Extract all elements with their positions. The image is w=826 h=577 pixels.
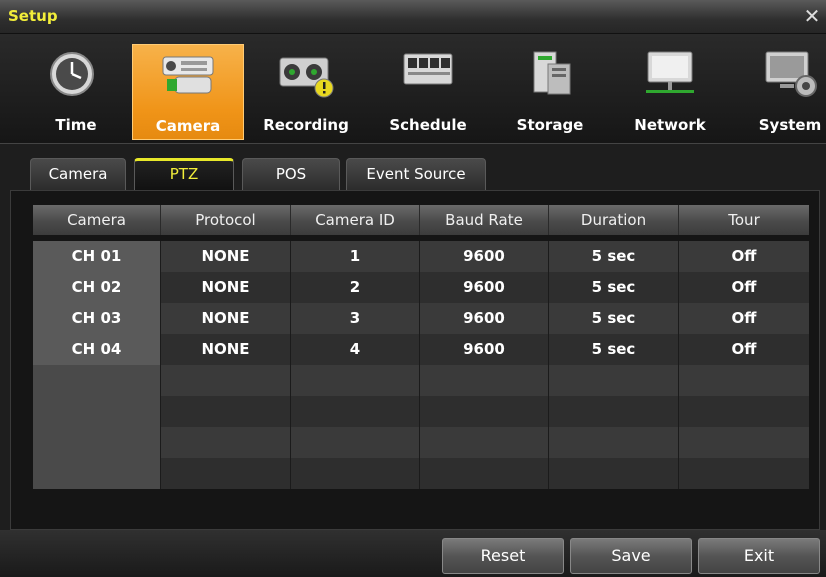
close-icon[interactable]: ✕: [802, 6, 822, 26]
toolbar-item-recording[interactable]: Recording: [250, 44, 362, 140]
cell-camera: CH 03: [33, 303, 161, 334]
empty-cell: [33, 458, 161, 489]
empty-table-row: [33, 427, 809, 458]
cell-camera: CH 02: [33, 272, 161, 303]
cell-baud-rate[interactable]: 9600: [420, 303, 549, 334]
cell-tour[interactable]: Off: [679, 334, 809, 365]
storage-icon: [533, 51, 571, 95]
button-bar: Reset Save Exit: [0, 530, 826, 577]
empty-cell: [679, 396, 809, 427]
empty-cell: [420, 458, 549, 489]
title-bar: Setup ✕: [0, 0, 826, 34]
cell-camera: CH 04: [33, 334, 161, 365]
column-header-tour: Tour: [679, 205, 809, 235]
toolbar-label-time: Time: [55, 116, 97, 134]
cell-tour[interactable]: Off: [679, 272, 809, 303]
toolbar-label-network: Network: [634, 116, 706, 134]
empty-table-row: [33, 396, 809, 427]
column-header-camera-id: Camera ID: [291, 205, 420, 235]
cell-protocol[interactable]: NONE: [161, 334, 291, 365]
exit-button[interactable]: Exit: [698, 538, 820, 574]
cell-baud-rate[interactable]: 9600: [420, 241, 549, 272]
tab-camera[interactable]: Camera: [30, 158, 126, 190]
empty-cell: [549, 427, 679, 458]
toolbar-item-network[interactable]: Network: [614, 44, 726, 140]
camera-icon: [162, 56, 214, 94]
toolbar-label-system: System: [758, 116, 822, 134]
toolbar-item-camera[interactable]: Camera: [132, 44, 244, 140]
empty-table-row: [33, 458, 809, 489]
cell-protocol[interactable]: NONE: [161, 303, 291, 334]
empty-cell: [291, 427, 420, 458]
empty-cell: [161, 396, 291, 427]
cell-tour[interactable]: Off: [679, 241, 809, 272]
empty-cell: [33, 365, 161, 396]
table-row: CH 04 NONE 4 9600 5 sec Off: [33, 334, 809, 365]
tab-pos[interactable]: POS: [242, 158, 340, 190]
tab-event-source[interactable]: Event Source: [346, 158, 486, 190]
column-header-camera: Camera: [33, 205, 161, 235]
cell-tour[interactable]: Off: [679, 303, 809, 334]
reset-button[interactable]: Reset: [442, 538, 564, 574]
column-header-protocol: Protocol: [161, 205, 291, 235]
empty-cell: [33, 427, 161, 458]
empty-cell: [161, 365, 291, 396]
empty-cell: [679, 427, 809, 458]
tab-ptz[interactable]: PTZ: [134, 158, 234, 190]
empty-table-row: [33, 365, 809, 396]
empty-cell: [420, 427, 549, 458]
toolbar-label-camera: Camera: [155, 117, 221, 135]
save-button[interactable]: Save: [570, 538, 692, 574]
toolbar-item-schedule[interactable]: Schedule: [372, 44, 484, 140]
empty-cell: [420, 396, 549, 427]
toolbar-item-system[interactable]: System: [734, 44, 826, 140]
recording-icon: [279, 57, 334, 98]
clock-icon: [50, 52, 94, 96]
cell-duration[interactable]: 5 sec: [549, 334, 679, 365]
empty-cell: [549, 396, 679, 427]
column-header-baud-rate: Baud Rate: [420, 205, 549, 235]
empty-cell: [549, 458, 679, 489]
cell-camera-id[interactable]: 4: [291, 334, 420, 365]
empty-cell: [420, 365, 549, 396]
table-body: CH 01 NONE 1 9600 5 sec Off CH 02 NONE 2…: [33, 241, 809, 489]
cell-baud-rate[interactable]: 9600: [420, 334, 549, 365]
ptz-table: Camera Protocol Camera ID Baud Rate Dura…: [33, 205, 809, 489]
toolbar-label-storage: Storage: [516, 116, 584, 134]
cell-camera-id[interactable]: 3: [291, 303, 420, 334]
empty-cell: [679, 458, 809, 489]
empty-cell: [291, 396, 420, 427]
table-row: CH 01 NONE 1 9600 5 sec Off: [33, 241, 809, 272]
cell-duration[interactable]: 5 sec: [549, 241, 679, 272]
table-row: CH 02 NONE 2 9600 5 sec Off: [33, 272, 809, 303]
empty-cell: [549, 365, 679, 396]
cell-camera: CH 01: [33, 241, 161, 272]
toolbar-label-recording: Recording: [263, 116, 349, 134]
cell-protocol[interactable]: NONE: [161, 241, 291, 272]
empty-cell: [161, 458, 291, 489]
cell-camera-id[interactable]: 1: [291, 241, 420, 272]
setup-toolbar: Time Camera Recording Schedule Storage N…: [0, 34, 826, 144]
empty-cell: [161, 427, 291, 458]
empty-cell: [679, 365, 809, 396]
empty-cell: [291, 365, 420, 396]
window-title: Setup: [8, 7, 58, 25]
schedule-icon: [403, 53, 453, 85]
cell-protocol[interactable]: NONE: [161, 272, 291, 303]
cell-duration[interactable]: 5 sec: [549, 272, 679, 303]
empty-cell: [291, 458, 420, 489]
ptz-panel: Camera Protocol Camera ID Baud Rate Dura…: [10, 190, 820, 530]
toolbar-label-schedule: Schedule: [389, 116, 467, 134]
cell-baud-rate[interactable]: 9600: [420, 272, 549, 303]
cell-duration[interactable]: 5 sec: [549, 303, 679, 334]
network-icon: [646, 51, 694, 93]
table-header: Camera Protocol Camera ID Baud Rate Dura…: [33, 205, 809, 235]
empty-cell: [33, 396, 161, 427]
toolbar-item-storage[interactable]: Storage: [494, 44, 606, 140]
system-icon: [765, 51, 817, 97]
cell-camera-id[interactable]: 2: [291, 272, 420, 303]
column-header-duration: Duration: [549, 205, 679, 235]
toolbar-item-time[interactable]: Time: [20, 44, 132, 140]
table-row: CH 03 NONE 3 9600 5 sec Off: [33, 303, 809, 334]
